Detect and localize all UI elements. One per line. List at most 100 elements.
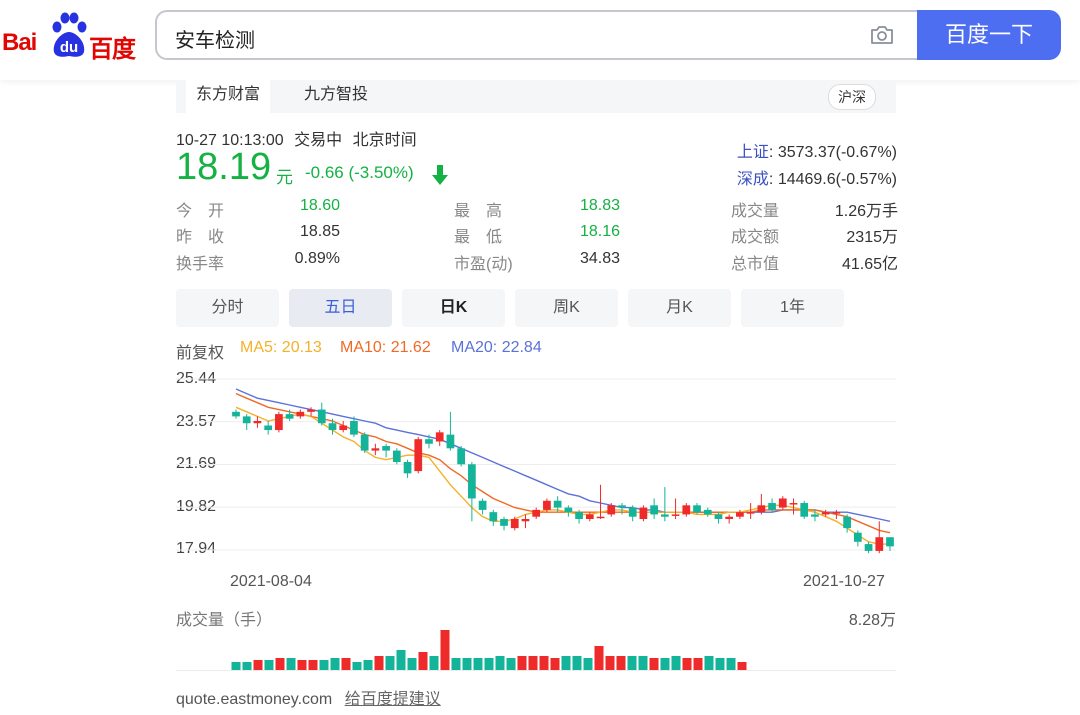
volume-bar bbox=[704, 656, 714, 670]
candle bbox=[296, 409, 305, 419]
candle bbox=[317, 402, 326, 426]
tab-period-weekly-k[interactable]: 周K bbox=[515, 289, 618, 327]
trading-status: 交易中 bbox=[294, 132, 343, 149]
price-unit: 元 bbox=[276, 168, 293, 187]
volume-bar bbox=[737, 662, 747, 670]
stat-value-open: 18.60 bbox=[299, 197, 340, 214]
volume-bar bbox=[396, 650, 406, 670]
candle bbox=[886, 537, 894, 551]
paw-icon: du bbox=[52, 12, 87, 57]
volume-bar bbox=[473, 658, 483, 670]
x-label-start: 2021-08-04 bbox=[230, 573, 312, 590]
candle bbox=[628, 505, 637, 522]
volume-bar bbox=[726, 658, 736, 670]
stat-label: 最 低 bbox=[454, 229, 503, 246]
volume-bar bbox=[539, 656, 549, 670]
search-button[interactable]: 百度一下 bbox=[917, 10, 1061, 60]
tab-period-five-day[interactable]: 五日 bbox=[289, 289, 392, 327]
candle bbox=[264, 420, 273, 435]
volume-bar bbox=[682, 658, 692, 670]
candle bbox=[725, 514, 734, 524]
volume-bar bbox=[242, 662, 252, 670]
volume-bar bbox=[253, 660, 263, 670]
volume-bar bbox=[627, 656, 637, 670]
tab-period-daily-k[interactable]: 日K bbox=[402, 289, 505, 327]
volume-bar bbox=[649, 658, 659, 670]
source-tabs: 东方财富 九方智投 沪深 bbox=[176, 80, 896, 113]
logo-text-left: Bai bbox=[2, 29, 37, 56]
volume-bar bbox=[660, 658, 670, 670]
candle bbox=[242, 414, 251, 431]
candle bbox=[478, 498, 487, 515]
index-shanghai[interactable]: 上证: 3573.37(-0.67%) bbox=[737, 138, 897, 162]
stat-label: 总市值 bbox=[731, 256, 780, 273]
volume-bar bbox=[231, 662, 241, 670]
stat-label: 市盈(动) bbox=[454, 256, 513, 273]
candle bbox=[800, 500, 809, 519]
volume-bar bbox=[418, 652, 428, 670]
logo-text-right: 百度 bbox=[89, 36, 136, 63]
tab-period-one-year[interactable]: 1年 bbox=[741, 289, 844, 327]
volume-bar bbox=[616, 656, 626, 670]
camera-icon[interactable] bbox=[869, 24, 895, 46]
volume-bar bbox=[605, 656, 615, 670]
timezone: 北京时间 bbox=[352, 132, 417, 149]
volume-bar bbox=[517, 656, 527, 670]
candle bbox=[703, 507, 712, 517]
ma20-legend: MA20: 22.84 bbox=[451, 339, 542, 356]
index-name: 深成 bbox=[736, 171, 769, 188]
volume-bar bbox=[319, 660, 329, 670]
market-badge[interactable]: 沪深 bbox=[828, 84, 876, 110]
candle bbox=[864, 541, 873, 554]
stat-label: 最 高 bbox=[454, 203, 503, 220]
tab-period-intraday[interactable]: 分时 bbox=[176, 289, 279, 327]
candle bbox=[500, 516, 508, 531]
volume-bar bbox=[275, 658, 285, 670]
candle bbox=[339, 420, 348, 433]
tab-period-monthly-k[interactable]: 月K bbox=[628, 289, 731, 327]
candle bbox=[435, 430, 444, 447]
stat-value-market-cap: 41.65亿 bbox=[841, 256, 898, 273]
volume-bar bbox=[429, 656, 439, 670]
candle bbox=[757, 493, 766, 515]
candle bbox=[682, 503, 691, 517]
candle bbox=[660, 487, 669, 522]
stat-label: 成交额 bbox=[731, 229, 780, 246]
volume-bar bbox=[693, 658, 703, 670]
candle bbox=[521, 514, 530, 529]
candle bbox=[457, 446, 466, 467]
candle bbox=[275, 411, 283, 433]
search-input[interactable]: 安车检测 bbox=[155, 10, 917, 60]
volume-bar bbox=[407, 658, 417, 670]
source-link[interactable]: quote.eastmoney.com bbox=[176, 691, 332, 708]
stat-value-prev-close: 18.85 bbox=[299, 223, 340, 240]
adjust-label[interactable]: 前复权 bbox=[176, 339, 224, 363]
x-label-end: 2021-10-27 bbox=[803, 573, 885, 590]
candle bbox=[360, 432, 369, 453]
candle bbox=[382, 443, 390, 458]
price-change: -0.66 (-3.50%) bbox=[305, 163, 414, 182]
current-price: 18.19 bbox=[176, 146, 272, 188]
ma5-legend: MA5: 20.13 bbox=[240, 339, 322, 356]
ma20-line bbox=[235, 388, 891, 522]
feedback-link[interactable]: 给百度提建议 bbox=[345, 691, 441, 708]
volume-bar bbox=[363, 660, 373, 670]
index-shenzhen[interactable]: 深成: 14469.6(-0.57%) bbox=[737, 165, 897, 189]
index-value: : 14469.6(-0.57%) bbox=[768, 171, 897, 188]
baidu-logo[interactable]: Bai du 百度 bbox=[2, 12, 136, 63]
volume-bar bbox=[506, 658, 516, 670]
volume-bar bbox=[715, 658, 725, 670]
candle bbox=[403, 459, 412, 478]
stat-value-turnover-amount: 2315万 bbox=[846, 229, 898, 246]
tab-source-jiufang[interactable]: 九方智投 bbox=[294, 80, 378, 113]
kline-chart[interactable] bbox=[176, 365, 896, 595]
candle bbox=[232, 409, 240, 419]
tab-source-eastmoney[interactable]: 东方财富 bbox=[186, 80, 271, 113]
candle bbox=[639, 505, 648, 522]
volume-bar bbox=[352, 662, 362, 670]
stat-value-pe: 34.83 bbox=[579, 250, 620, 267]
volume-bar bbox=[374, 656, 384, 670]
volume-bar bbox=[550, 658, 560, 670]
index-value: : 3573.37(-0.67%) bbox=[768, 144, 897, 161]
logo-text-middle: du bbox=[60, 39, 78, 56]
